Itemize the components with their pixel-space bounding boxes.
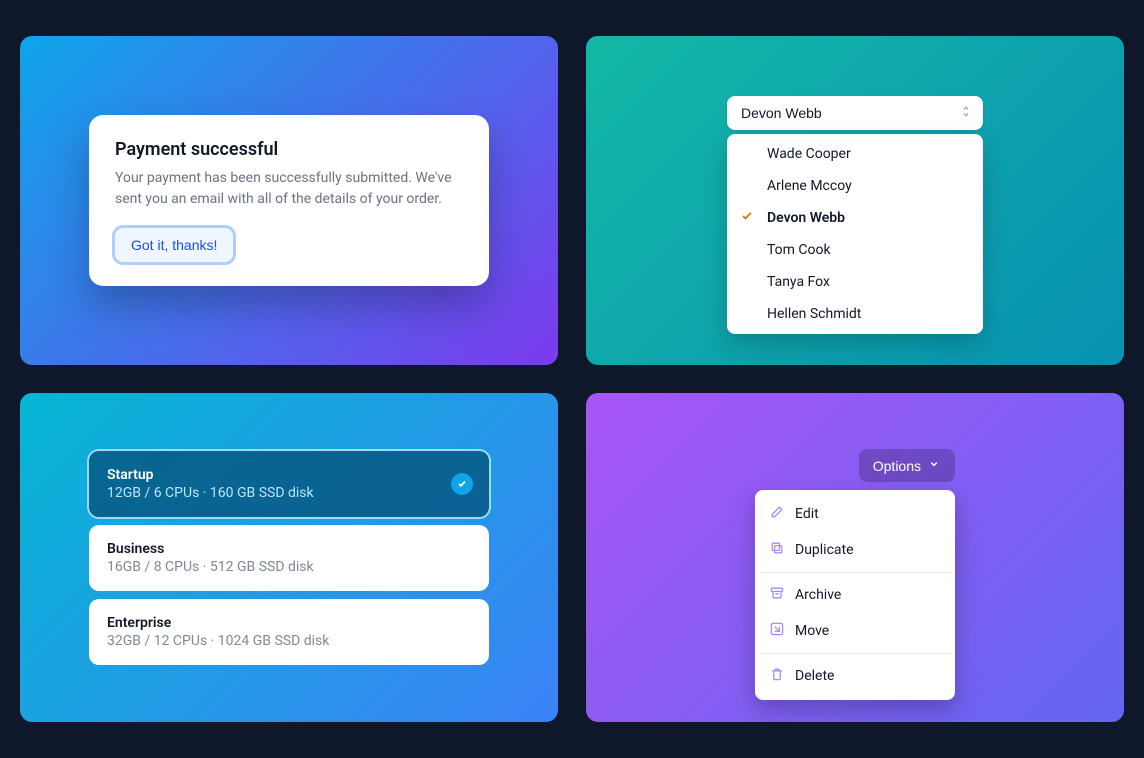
plan-name: Startup	[107, 467, 471, 483]
option-label: Tanya Fox	[767, 274, 830, 290]
listbox-demo-panel: Devon Webb Wade Cooper Arlene Mccoy Devo…	[586, 36, 1124, 365]
option-label: Tom Cook	[767, 242, 831, 258]
menu-item-label: Delete	[795, 668, 834, 684]
menu-item-label: Move	[795, 623, 829, 639]
options-menu-wrap: Options Edit Duplicate Archive	[755, 449, 955, 700]
got-it-button[interactable]: Got it, thanks!	[115, 228, 233, 262]
dialog-demo-panel: Payment successful Your payment has been…	[20, 36, 558, 365]
options-button[interactable]: Options	[859, 449, 955, 482]
duplicate-icon	[769, 540, 785, 560]
plan-option-enterprise[interactable]: Enterprise 32GB / 12 CPUs · 1024 GB SSD …	[89, 599, 489, 665]
option-label: Devon Webb	[767, 210, 845, 226]
menu-divider	[759, 572, 951, 573]
menu-section-3: Delete	[759, 656, 951, 696]
menu-item-delete[interactable]: Delete	[759, 658, 951, 694]
menu-section-1: Edit Duplicate	[759, 494, 951, 570]
listbox-option-tom-cook[interactable]: Tom Cook	[727, 234, 983, 266]
listbox-option-wade-cooper[interactable]: Wade Cooper	[727, 138, 983, 170]
options-menu: Edit Duplicate Archive Move	[755, 490, 955, 700]
menu-item-label: Duplicate	[795, 542, 854, 558]
listbox-button[interactable]: Devon Webb	[727, 96, 983, 130]
dialog-body: Your payment has been successfully submi…	[115, 168, 463, 210]
archive-icon	[769, 585, 785, 605]
menu-item-label: Archive	[795, 587, 841, 603]
plan-desc: 32GB / 12 CPUs · 1024 GB SSD disk	[107, 633, 471, 649]
plan-option-business[interactable]: Business 16GB / 8 CPUs · 512 GB SSD disk	[89, 525, 489, 591]
selector-icon	[959, 105, 973, 122]
options-button-label: Options	[873, 458, 921, 474]
plan-option-startup[interactable]: Startup 12GB / 6 CPUs · 160 GB SSD disk	[89, 451, 489, 517]
chevron-down-icon	[927, 457, 941, 474]
menu-divider	[759, 653, 951, 654]
listbox-option-devon-webb[interactable]: Devon Webb	[727, 202, 983, 234]
radiogroup-demo-panel: Startup 12GB / 6 CPUs · 160 GB SSD disk …	[20, 393, 558, 722]
listbox-option-hellen-schmidt[interactable]: Hellen Schmidt	[727, 298, 983, 330]
option-label: Arlene Mccoy	[767, 178, 852, 194]
listbox-option-arlene-mccoy[interactable]: Arlene Mccoy	[727, 170, 983, 202]
menu-item-duplicate[interactable]: Duplicate	[759, 532, 951, 568]
listbox-options[interactable]: Wade Cooper Arlene Mccoy Devon Webb Tom …	[727, 134, 983, 334]
people-listbox: Devon Webb Wade Cooper Arlene Mccoy Devo…	[727, 96, 983, 334]
listbox-option-tanya-fox[interactable]: Tanya Fox	[727, 266, 983, 298]
menu-item-archive[interactable]: Archive	[759, 577, 951, 613]
payment-success-dialog: Payment successful Your payment has been…	[89, 115, 489, 286]
plan-desc: 12GB / 6 CPUs · 160 GB SSD disk	[107, 485, 471, 501]
menu-item-move[interactable]: Move	[759, 613, 951, 649]
menu-section-2: Archive Move	[759, 575, 951, 651]
listbox-selected-label: Devon Webb	[741, 105, 822, 121]
plan-name: Enterprise	[107, 615, 471, 631]
delete-icon	[769, 666, 785, 686]
edit-icon	[769, 504, 785, 524]
plan-desc: 16GB / 8 CPUs · 512 GB SSD disk	[107, 559, 471, 575]
dialog-title: Payment successful	[115, 139, 463, 160]
selected-check-icon	[451, 473, 473, 495]
menu-demo-panel: Options Edit Duplicate Archive	[586, 393, 1124, 722]
plan-name: Business	[107, 541, 471, 557]
move-icon	[769, 621, 785, 641]
option-label: Hellen Schmidt	[767, 306, 861, 322]
check-icon	[739, 208, 755, 228]
menu-item-label: Edit	[795, 506, 819, 522]
option-label: Wade Cooper	[767, 146, 851, 162]
menu-item-edit[interactable]: Edit	[759, 496, 951, 532]
plan-radio-group: Startup 12GB / 6 CPUs · 160 GB SSD disk …	[89, 451, 489, 665]
